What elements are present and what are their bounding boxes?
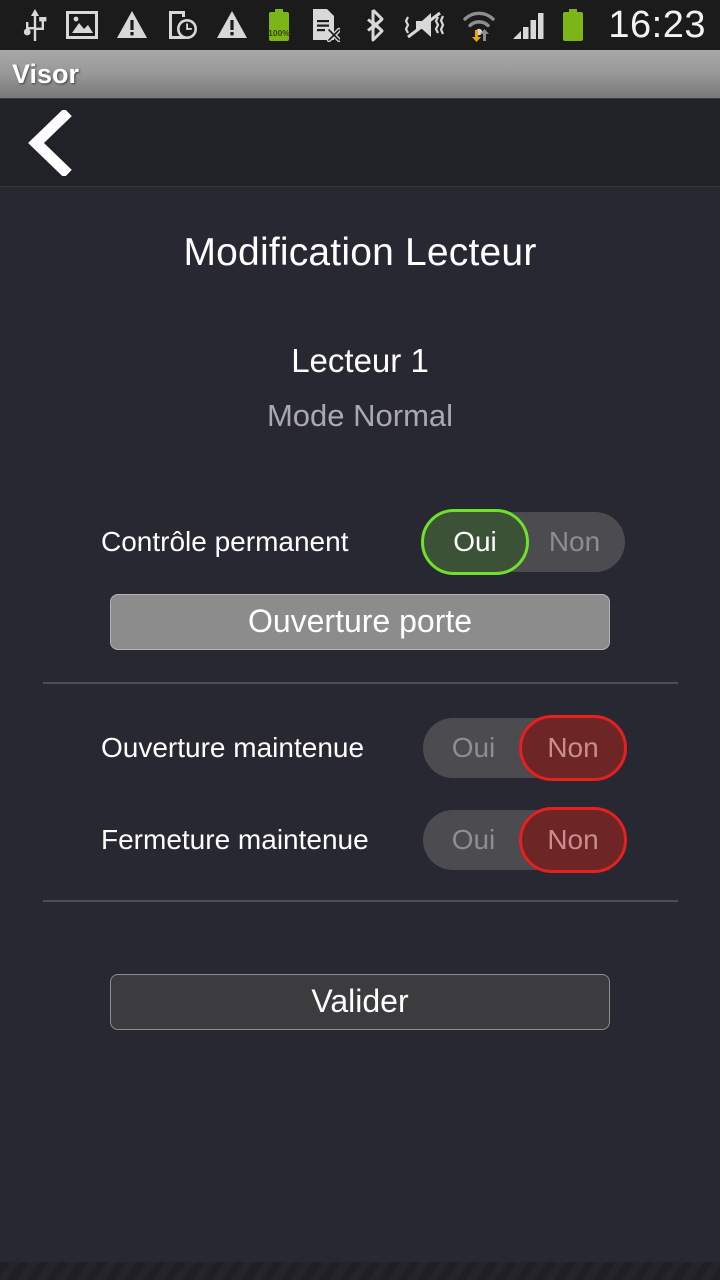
status-bar-right-icons: 16:23 bbox=[366, 4, 706, 47]
app-title-bar: Visor bbox=[0, 50, 720, 99]
toggle-option-oui[interactable]: Oui bbox=[423, 718, 524, 778]
setting-label-fermeture-maintenue: Fermeture maintenue bbox=[101, 824, 369, 855]
image-icon bbox=[66, 10, 98, 40]
status-clock: 16:23 bbox=[608, 3, 706, 46]
warning-triangle-icon bbox=[116, 10, 148, 40]
vibrate-mute-icon bbox=[404, 10, 446, 40]
app-title: Visor bbox=[12, 58, 80, 89]
chevron-left-icon bbox=[28, 109, 72, 176]
toggle-fermeture-maintenue[interactable]: Oui Non Non bbox=[423, 807, 627, 873]
content-area: Modification Lecteur Lecteur 1 Mode Norm… bbox=[0, 188, 720, 1280]
wifi-transfer-icon bbox=[462, 8, 496, 42]
bottom-strip bbox=[0, 1262, 720, 1280]
toggle-option-non[interactable]: Non bbox=[524, 512, 625, 572]
phone-screen: 100% 16:23 Visor Modification Lecteur Le… bbox=[0, 0, 720, 1280]
spacer-after-divider-2 bbox=[0, 902, 720, 974]
spacer-before-divider-2 bbox=[0, 870, 720, 900]
spacer-before-divider-1 bbox=[0, 650, 720, 682]
toggle-thumb-selected-non[interactable]: Non bbox=[519, 715, 627, 781]
spacer-top bbox=[0, 434, 720, 512]
setting-row-ouverture-maintenue: Ouverture maintenue Oui Non Non bbox=[0, 715, 720, 781]
page-title: Modification Lecteur bbox=[183, 231, 537, 274]
battery-status-icon bbox=[560, 8, 586, 42]
toggle-ouverture-maintenue[interactable]: Oui Non Non bbox=[423, 715, 627, 781]
spacer-between-rows bbox=[0, 778, 720, 810]
setting-row-controle-permanent: Contrôle permanent Oui Non Oui bbox=[0, 509, 720, 575]
status-bar-left-icons: 100% bbox=[22, 8, 340, 42]
setting-label-controle-permanent: Contrôle permanent bbox=[101, 526, 349, 557]
toggle-thumb-selected-oui[interactable]: Oui bbox=[421, 509, 529, 575]
navigation-bar bbox=[0, 99, 720, 187]
validate-button[interactable]: Valider bbox=[110, 974, 610, 1030]
bluetooth-icon bbox=[366, 8, 388, 42]
cellular-signal-icon bbox=[512, 9, 544, 41]
door-open-button[interactable]: Ouverture porte bbox=[110, 594, 610, 650]
device-mode: Mode Normal bbox=[266, 398, 454, 433]
setting-label-ouverture-maintenue: Ouverture maintenue bbox=[101, 732, 365, 763]
back-button[interactable] bbox=[0, 99, 96, 187]
status-bar: 100% 16:23 bbox=[0, 0, 720, 50]
svg-text:100%: 100% bbox=[268, 28, 290, 38]
warning-triangle-2-icon bbox=[216, 10, 248, 40]
battery-full-icon: 100% bbox=[266, 8, 292, 42]
toggle-thumb-selected-non[interactable]: Non bbox=[519, 807, 627, 873]
setting-row-fermeture-maintenue: Fermeture maintenue Oui Non Non bbox=[0, 807, 720, 873]
device-clock-icon bbox=[166, 9, 198, 41]
toggle-controle-permanent[interactable]: Oui Non Oui bbox=[421, 509, 625, 575]
device-name: Lecteur 1 bbox=[291, 342, 429, 379]
spacer-after-divider-1 bbox=[0, 684, 720, 718]
toggle-option-oui[interactable]: Oui bbox=[423, 810, 524, 870]
sim-card-error-icon bbox=[310, 8, 340, 42]
usb-icon bbox=[22, 8, 48, 42]
